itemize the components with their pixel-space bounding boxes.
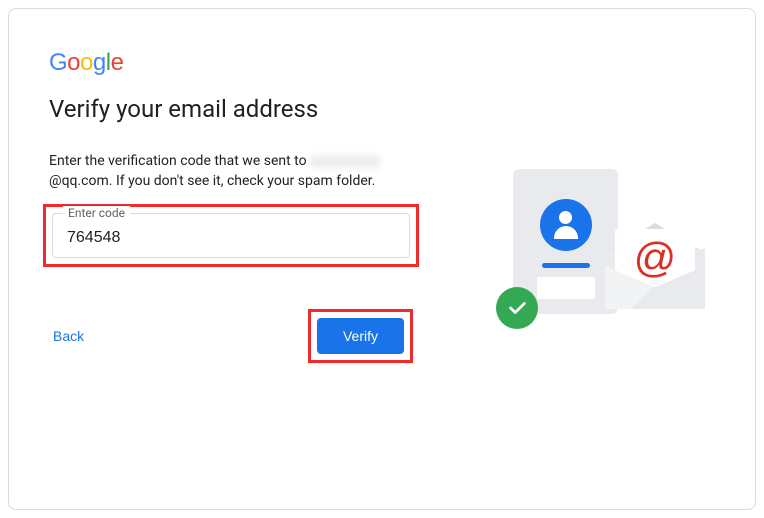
checkmark-icon [496,287,538,329]
highlight-annotation-verify: Verify [308,309,413,363]
verify-card: Google Verify your email address Enter t… [8,8,756,510]
illustration: @ [495,169,705,349]
instruction-text: Enter the verification code that we sent… [49,151,419,192]
at-icon: @ [634,234,677,282]
avatar-icon [540,199,592,251]
google-logo: Google [49,49,715,73]
button-row: Back Verify [49,309,413,363]
page-title: Verify your email address [49,95,419,123]
redacted-email-prefix [310,155,380,168]
email-suffix: @qq.com [49,173,109,189]
code-input[interactable] [67,229,395,247]
verify-button[interactable]: Verify [317,318,404,354]
card-line [542,263,590,268]
instruction-suffix: . If you don't see it, check your spam f… [109,173,376,189]
logo-letter: o [67,49,80,76]
highlight-annotation-input: Enter code [43,204,419,267]
logo-letter: g [93,49,106,76]
instruction-prefix: Enter the verification code that we sent… [49,153,310,169]
code-field-wrapper[interactable]: Enter code [52,213,410,258]
logo-letter: G [49,49,67,76]
logo-letter: o [80,49,93,76]
code-field-label: Enter code [63,206,130,220]
envelope-graphic: @ [605,241,705,309]
form-column: Verify your email address Enter the veri… [49,95,419,363]
logo-letter: e [111,49,124,76]
back-button[interactable]: Back [49,320,88,352]
card-line [537,277,595,299]
